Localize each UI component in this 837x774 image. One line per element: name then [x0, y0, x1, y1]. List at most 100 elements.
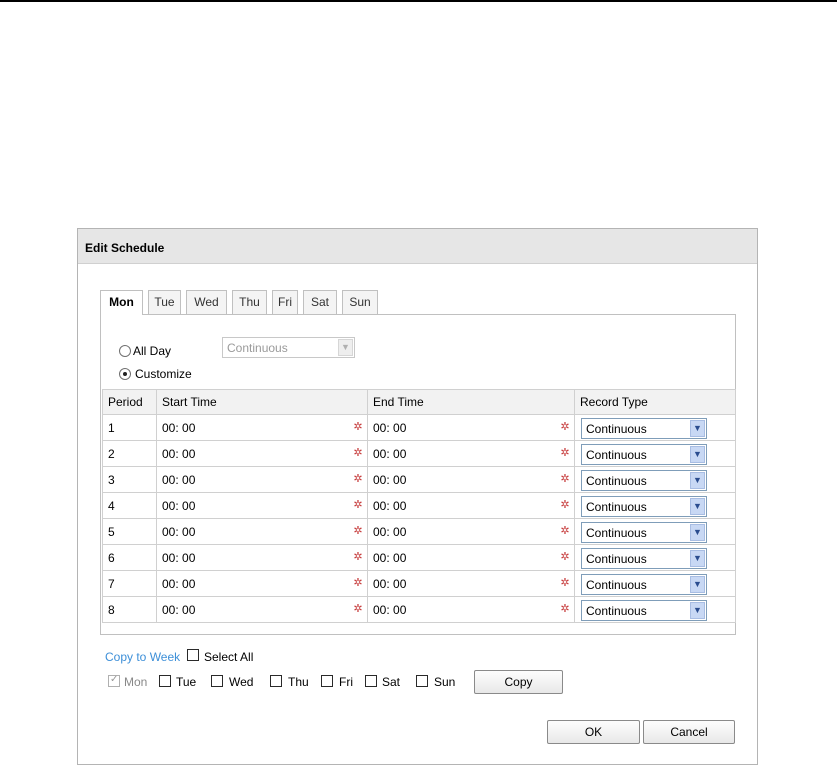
clock-icon[interactable]: ✲ — [559, 499, 571, 511]
end-time-cell[interactable]: 00: 00 ✲ — [367, 492, 575, 519]
table-row: 5 00: 00 ✲ 00: 00 ✲ Continuous ▼ — [102, 518, 736, 545]
end-time-value: 00: 00 — [373, 498, 407, 513]
chevron-down-icon: ▼ — [690, 602, 705, 619]
copy-day-mon-checkbox[interactable] — [108, 674, 120, 687]
clock-icon[interactable]: ✲ — [352, 525, 364, 537]
record-type-select[interactable]: Continuous ▼ — [581, 600, 707, 621]
table-row: 4 00: 00 ✲ 00: 00 ✲ Continuous ▼ — [102, 492, 736, 519]
clock-icon[interactable]: ✲ — [559, 447, 571, 459]
start-time-cell[interactable]: 00: 00 ✲ — [156, 570, 368, 597]
table-row: 1 00: 00 ✲ 00: 00 ✲ Continuous ▼ — [102, 414, 736, 441]
record-type-select[interactable]: Continuous ▼ — [581, 574, 707, 595]
period-cell: 3 — [102, 466, 157, 493]
end-time-cell[interactable]: 00: 00 ✲ — [367, 570, 575, 597]
end-time-cell[interactable]: 00: 00 ✲ — [367, 466, 575, 493]
start-time-cell[interactable]: 00: 00 ✲ — [156, 466, 368, 493]
clock-icon[interactable]: ✲ — [352, 447, 364, 459]
clock-icon[interactable]: ✲ — [352, 421, 364, 433]
clock-icon[interactable]: ✲ — [559, 577, 571, 589]
copy-button[interactable]: Copy — [474, 670, 563, 694]
copy-day-fri-checkbox[interactable] — [321, 675, 333, 687]
end-time-cell[interactable]: 00: 00 ✲ — [367, 596, 575, 623]
record-type-select[interactable]: Continuous ▼ — [581, 444, 707, 465]
start-time-cell[interactable]: 00: 00 ✲ — [156, 544, 368, 571]
dialog-title: Edit Schedule — [85, 241, 165, 255]
record-type-select[interactable]: Continuous ▼ — [581, 470, 707, 491]
record-type-value: Continuous — [586, 448, 647, 462]
copy-day-fri-label: Fri — [339, 675, 353, 689]
tab-fri[interactable]: Fri — [272, 290, 298, 314]
copy-day-sun-checkbox[interactable] — [416, 675, 428, 687]
clock-icon[interactable]: ✲ — [352, 603, 364, 615]
period-number: 8 — [108, 602, 115, 617]
ok-button[interactable]: OK — [547, 720, 640, 744]
record-type-cell: Continuous ▼ — [574, 596, 736, 623]
record-type-cell: Continuous ▼ — [574, 570, 736, 597]
clock-icon[interactable]: ✲ — [352, 551, 364, 563]
clock-icon[interactable]: ✲ — [559, 603, 571, 615]
start-time-value: 00: 00 — [162, 576, 196, 591]
end-time-value: 00: 00 — [373, 576, 407, 591]
end-time-cell[interactable]: 00: 00 ✲ — [367, 544, 575, 571]
period-number: 7 — [108, 576, 115, 591]
copy-day-sun-label: Sun — [434, 675, 456, 689]
clock-icon[interactable]: ✲ — [559, 551, 571, 563]
start-time-cell[interactable]: 00: 00 ✲ — [156, 518, 368, 545]
record-type-value: Continuous — [586, 526, 647, 540]
top-divider — [0, 0, 837, 2]
chevron-down-icon: ▼ — [338, 339, 353, 356]
tab-tue[interactable]: Tue — [148, 290, 181, 314]
clock-icon[interactable]: ✲ — [352, 473, 364, 485]
start-time-value: 00: 00 — [162, 446, 196, 461]
select-all-checkbox[interactable] — [187, 649, 199, 661]
copy-day-wed-checkbox[interactable] — [211, 675, 223, 687]
end-time-value: 00: 00 — [373, 602, 407, 617]
clock-icon[interactable]: ✲ — [559, 421, 571, 433]
period-cell: 5 — [102, 518, 157, 545]
clock-icon[interactable]: ✲ — [559, 473, 571, 485]
record-type-select[interactable]: Continuous ▼ — [581, 522, 707, 543]
copy-day-tue-checkbox[interactable] — [159, 675, 171, 687]
all-day-radio[interactable] — [119, 345, 131, 357]
chevron-down-icon: ▼ — [690, 446, 705, 463]
tab-sun[interactable]: Sun — [342, 290, 378, 314]
clock-icon[interactable]: ✲ — [559, 525, 571, 537]
tab-sat[interactable]: Sat — [303, 290, 337, 314]
copy-day-sat-checkbox[interactable] — [365, 675, 377, 687]
tab-thu[interactable]: Thu — [232, 290, 267, 314]
start-time-cell[interactable]: 00: 00 ✲ — [156, 492, 368, 519]
tab-mon[interactable]: Mon — [100, 290, 143, 315]
start-time-cell[interactable]: 00: 00 ✲ — [156, 596, 368, 623]
clock-icon[interactable]: ✲ — [352, 499, 364, 511]
record-type-select[interactable]: Continuous ▼ — [581, 548, 707, 569]
period-cell: 4 — [102, 492, 157, 519]
record-type-cell: Continuous ▼ — [574, 414, 736, 441]
record-type-select[interactable]: Continuous ▼ — [581, 418, 707, 439]
dialog-header — [78, 229, 757, 264]
all-day-label: All Day — [133, 344, 172, 358]
schedule-table: Period Start Time End Time Record Type 1… — [102, 389, 736, 623]
start-time-value: 00: 00 — [162, 498, 196, 513]
record-type-cell: Continuous ▼ — [574, 466, 736, 493]
record-type-select[interactable]: Continuous ▼ — [581, 496, 707, 517]
record-type-cell: Continuous ▼ — [574, 544, 736, 571]
end-time-value: 00: 00 — [373, 550, 407, 565]
start-time-value: 00: 00 — [162, 524, 196, 539]
tab-wed[interactable]: Wed — [186, 290, 227, 314]
end-time-cell[interactable]: 00: 00 ✲ — [367, 440, 575, 467]
header-start-time: Start Time — [156, 389, 368, 415]
customize-radio[interactable] — [119, 368, 131, 380]
end-time-value: 00: 00 — [373, 472, 407, 487]
start-time-cell[interactable]: 00: 00 ✲ — [156, 440, 368, 467]
header-period: Period — [102, 389, 157, 415]
record-type-value: Continuous — [586, 500, 647, 514]
end-time-cell[interactable]: 00: 00 ✲ — [367, 518, 575, 545]
clock-icon[interactable]: ✲ — [352, 577, 364, 589]
customize-label: Customize — [135, 367, 192, 381]
end-time-cell[interactable]: 00: 00 ✲ — [367, 414, 575, 441]
start-time-cell[interactable]: 00: 00 ✲ — [156, 414, 368, 441]
record-type-value: Continuous — [586, 578, 647, 592]
period-cell: 6 — [102, 544, 157, 571]
copy-day-thu-checkbox[interactable] — [270, 675, 282, 687]
cancel-button[interactable]: Cancel — [643, 720, 735, 744]
